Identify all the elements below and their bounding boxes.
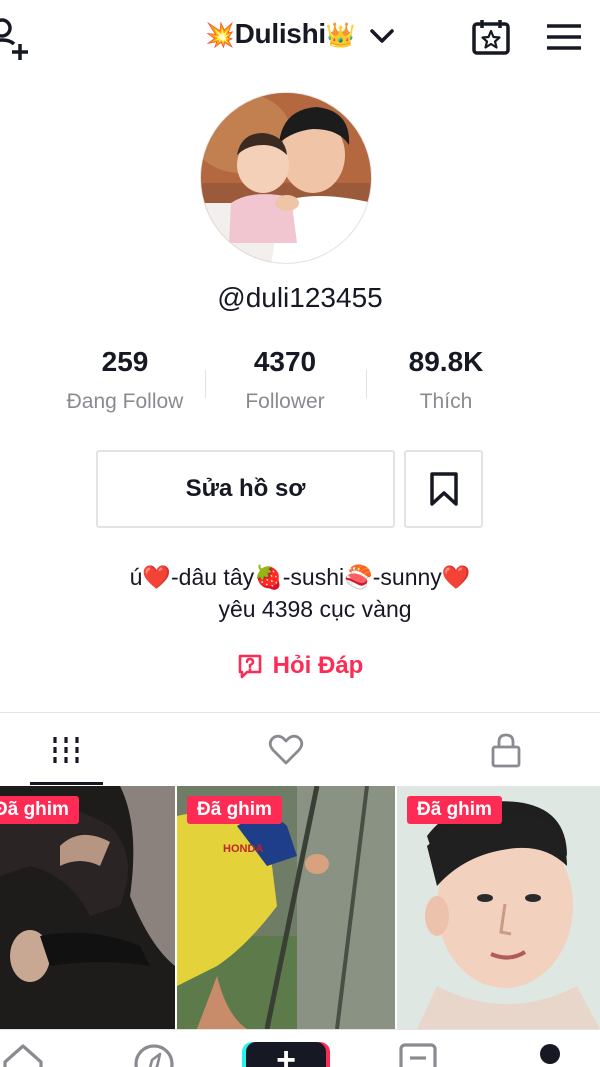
tabs-divider [0, 712, 600, 713]
menu-icon[interactable] [545, 22, 583, 52]
video-thumbnail[interactable]: HONDA Đã ghim [177, 786, 395, 1029]
active-tab-indicator [30, 782, 103, 785]
video-thumbnail[interactable]: Đã ghim [397, 786, 600, 1029]
following-count: 259 [101, 346, 149, 377]
bio-line: ú❤️-dâu tây🍓-sushi🍣-sunny❤️ [129, 564, 471, 590]
bio-line: yêu 4398 cục vàng [218, 596, 412, 622]
pinned-badge: Đã ghim [407, 796, 502, 824]
explosion-emoji: 💥 [205, 22, 235, 49]
following-stat[interactable]: 259 Đang Follow [40, 346, 210, 414]
heart-icon [268, 734, 304, 765]
profile-icon[interactable] [530, 1042, 570, 1067]
pinned-badge: Đã ghim [187, 796, 282, 824]
qa-label: Hỏi Đáp [272, 652, 364, 679]
followers-label: Follower [245, 390, 325, 413]
tab-videos[interactable] [0, 720, 166, 780]
question-bubble-icon [238, 654, 261, 679]
discover-icon[interactable] [133, 1042, 175, 1067]
create-video-button[interactable]: + [246, 1042, 326, 1067]
favorites-button[interactable] [404, 450, 483, 528]
inbox-icon[interactable] [398, 1042, 438, 1067]
likes-count: 89.8K [408, 346, 484, 377]
likes-label: Thích [419, 390, 473, 413]
grid-icon [53, 737, 79, 763]
home-icon[interactable] [2, 1042, 44, 1067]
creator-calendar-icon[interactable] [471, 18, 511, 56]
tab-private[interactable] [406, 720, 600, 780]
profile-bio: ú❤️-dâu tây🍓-sushi🍣-sunny❤️ yêu 4398 cục… [0, 561, 600, 625]
svg-text:HONDA: HONDA [223, 843, 263, 855]
followers-count: 4370 [253, 346, 317, 377]
bottom-navigation: + [0, 1029, 600, 1067]
pinned-badge: Đã ghim [0, 796, 79, 824]
lock-icon [491, 733, 521, 768]
profile-avatar[interactable] [200, 92, 372, 264]
edit-profile-button[interactable]: Sửa hồ sơ [96, 450, 395, 528]
profile-header: 💥Dulishi👑 [0, 0, 600, 80]
qa-link[interactable]: Hỏi Đáp [0, 652, 600, 680]
bookmark-icon [429, 472, 458, 506]
account-name: Dulishi [234, 18, 327, 49]
following-label: Đang Follow [66, 390, 184, 413]
profile-username: @duli123455 [217, 282, 383, 313]
video-thumbnail[interactable]: Đã ghim [0, 786, 175, 1029]
likes-stat[interactable]: 89.8K Thích [361, 346, 531, 414]
followers-stat[interactable]: 4370 Follower [200, 346, 370, 414]
chevron-down-icon [370, 28, 394, 43]
crown-emoji: 👑 [325, 22, 356, 49]
tab-liked[interactable] [186, 720, 386, 780]
